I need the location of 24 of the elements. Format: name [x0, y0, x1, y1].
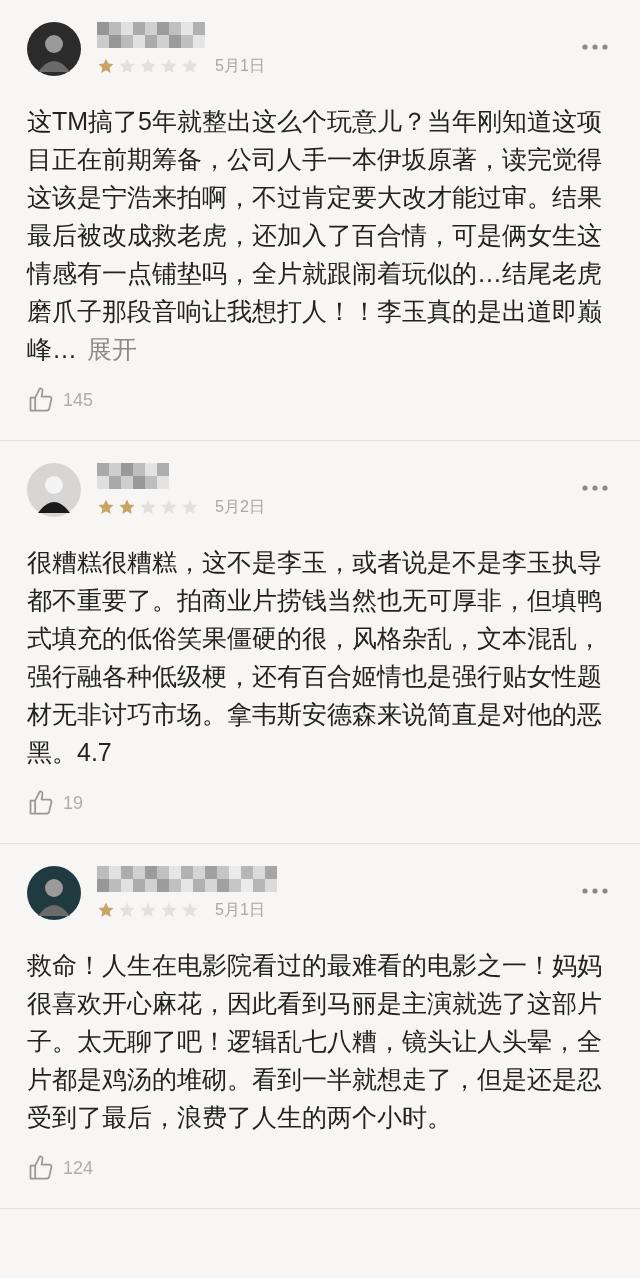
thumbs-up-icon[interactable]: [27, 1154, 55, 1182]
review-date: 5月1日: [215, 56, 265, 76]
star-icon: [97, 57, 115, 75]
review-text: 很糟糕很糟糕，这不是李玉，或者说是不是李玉执导都不重要了。拍商业片捞钱当然也无可厚非，但填鸭式填充的低俗笑果僵硬的很，风格杂乱，文本混乱，强行融各种低级梗，还有百合姬情也是强行贴女性题材无非讨巧市场。拿韦斯安德森来说简直是对他的恶黑。4.7: [27, 547, 603, 768]
review-date: 5月2日: [215, 497, 265, 517]
avatar: [27, 463, 81, 517]
like-count: 124: [63, 1156, 94, 1180]
avatar: [27, 22, 81, 76]
like-count: 145: [63, 388, 94, 412]
review-date: 5月1日: [215, 900, 265, 920]
thumbs-up-icon[interactable]: [27, 386, 55, 414]
like-count: 19: [63, 791, 84, 815]
review-text: 救命！人生在电影院看过的最难看的电影之一！妈妈很喜欢开心麻花，因此看到马丽是主演就选了这部片子。太无聊了吧！逻辑乱七八糟，镜头让人头晕，全片都是鸡汤的堆砌。看到一半就想走了，但是还是忍受到了最后，浪费了人生的两个小时。: [27, 950, 603, 1133]
star-icon: [118, 498, 136, 516]
expand-link[interactable]: 展开: [87, 335, 137, 363]
star-icon: [97, 498, 115, 516]
thumbs-up-icon[interactable]: [27, 789, 55, 817]
star-icon: [97, 901, 115, 919]
more-icon[interactable]: [582, 485, 608, 491]
blurred-username: [97, 463, 169, 489]
more-icon[interactable]: [582, 888, 608, 894]
avatar: [27, 866, 81, 920]
more-icon[interactable]: [582, 44, 608, 50]
review-text: 这TM搞了5年就整出这么个玩意儿？当年刚知道这项目正在前期筹备，公司人手一本伊坂原著，读完觉得这该是宁浩来拍啊，不过肯定要大改才能过审。结果最后被改成救老虎，还加入了百合情，可是俩女生这情感有一点铺垫吗，全片就跟闹着玩似的…结尾老虎磨爪子那段音响让我想打人！！李玉真的是出道即巅峰… 展开: [27, 106, 603, 365]
